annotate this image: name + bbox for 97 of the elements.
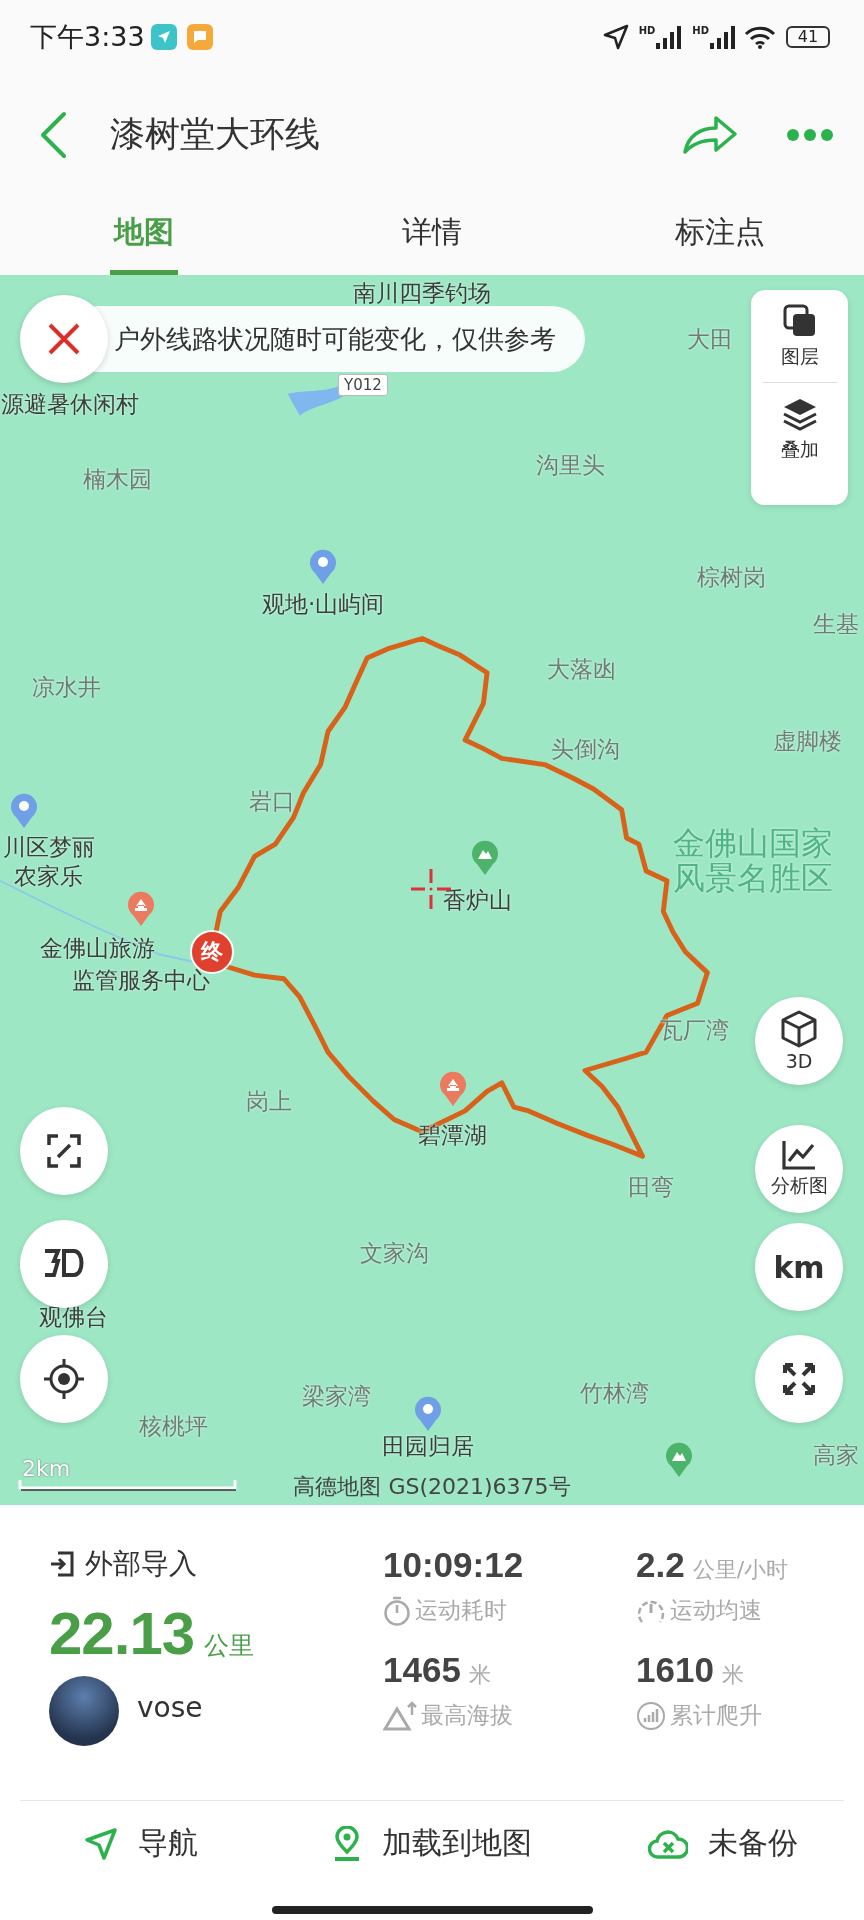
place-label: 瓦厂湾 xyxy=(659,1015,729,1045)
map-control-button[interactable] xyxy=(20,1220,108,1308)
map-pin-icon[interactable] xyxy=(414,1395,443,1432)
place-label: 虚脚楼 xyxy=(773,726,843,756)
app-notification-icon xyxy=(150,23,177,50)
area-label: 金佛山国家风景名胜区 xyxy=(672,826,833,897)
map-pin-icon[interactable] xyxy=(438,1071,467,1108)
stopwatch-icon xyxy=(383,1595,411,1626)
map-pin-outline-icon xyxy=(332,1825,362,1862)
wifi-icon xyxy=(744,24,776,49)
locate-icon xyxy=(44,1359,84,1399)
back-icon[interactable] xyxy=(38,110,68,159)
place-label: 碧潭湖 xyxy=(418,1120,488,1150)
tab[interactable]: 标注点 xyxy=(576,196,864,275)
place-label: 凉水井 xyxy=(31,673,101,702)
place-label: 观佛台 xyxy=(38,1302,108,1332)
tab[interactable]: 详情 xyxy=(288,196,576,275)
place-label: 竹林湾 xyxy=(579,1378,649,1407)
place-label: 川区梦丽农家乐 xyxy=(2,832,95,892)
metric-unit: 米 xyxy=(721,1661,744,1689)
place-label: 核桃坪 xyxy=(139,1411,209,1441)
place-label: 大落凼 xyxy=(546,654,616,684)
metric-unit: 公里/小时 xyxy=(692,1556,789,1584)
metric-unit: 米 xyxy=(468,1661,491,1689)
3d-button[interactable]: 3D xyxy=(755,997,843,1085)
stack-icon xyxy=(781,397,818,431)
mountain-arrow-icon xyxy=(383,1700,417,1731)
cube-icon xyxy=(780,1010,818,1048)
place-label: 金佛山旅游 xyxy=(40,933,156,963)
chart-icon xyxy=(781,1139,817,1171)
place-label: 观地·山屿间 xyxy=(261,589,385,619)
map-control-button[interactable] xyxy=(20,1107,108,1195)
place-label: 岗上 xyxy=(246,1086,293,1116)
place-label: 沟里头 xyxy=(535,450,605,480)
analysis-button[interactable]: 分析图 xyxy=(755,1125,843,1213)
map-pin-icon[interactable] xyxy=(10,793,39,830)
navigation-arrow-icon xyxy=(84,1826,119,1861)
signal-icon xyxy=(710,24,736,49)
map-pin-icon[interactable] xyxy=(309,548,338,585)
location-arrow-icon xyxy=(602,23,629,50)
cloud-cross-icon xyxy=(647,1827,688,1860)
distance-unit: 公里 xyxy=(204,1630,255,1662)
place-label: 棕树岗 xyxy=(697,562,767,592)
more-icon[interactable] xyxy=(786,127,834,142)
import-icon xyxy=(49,1551,75,1577)
share-icon[interactable] xyxy=(682,113,738,156)
place-label: 高家 xyxy=(813,1440,859,1470)
layer-button[interactable]: 图层 xyxy=(762,290,837,382)
message-notification-icon xyxy=(186,23,213,50)
place-label: 源避暑休闲村 xyxy=(0,389,139,418)
place-label: 香炉山 xyxy=(442,885,512,915)
climb-chart-icon xyxy=(636,1700,666,1731)
map-pin-icon[interactable] xyxy=(665,1442,694,1479)
action-button[interactable]: 导航 xyxy=(20,1801,263,1886)
place-label: 岩口 xyxy=(248,786,295,816)
map-pin-icon[interactable] xyxy=(470,839,499,876)
place-label: 梁家湾 xyxy=(302,1381,372,1411)
action-button[interactable]: 加载到地图 xyxy=(262,1801,602,1886)
source-label: 外部导入 xyxy=(85,1546,197,1582)
unit-button[interactable]: km xyxy=(755,1223,843,1311)
close-icon xyxy=(47,322,81,356)
layers-icon xyxy=(782,304,817,338)
metric-value: 10:09:12 xyxy=(383,1545,524,1585)
place-label: 头倒沟 xyxy=(550,734,620,764)
status-time: 下午3:33 xyxy=(30,19,145,54)
metric-label: 运动均速 xyxy=(670,1596,762,1625)
network-label: HD xyxy=(692,24,709,36)
route-title: 漆树堂大环线 xyxy=(110,113,321,156)
place-label: 文家沟 xyxy=(359,1238,429,1268)
place-label: 大田 xyxy=(686,324,733,354)
close-button[interactable] xyxy=(20,295,108,383)
distance-value: 22.13 xyxy=(49,1599,195,1668)
map-control-button[interactable] xyxy=(20,1335,108,1423)
scale-label: 2km xyxy=(22,1456,71,1481)
road-badge: Y012 xyxy=(338,374,388,396)
place-label: 南川四季钓场 xyxy=(353,278,492,308)
user-name: vose xyxy=(137,1690,203,1724)
network-label: HD xyxy=(638,24,656,36)
place-label: 田弯 xyxy=(628,1172,675,1202)
place-label: 生基 xyxy=(813,609,859,639)
metric-label: 最高海拔 xyxy=(421,1701,513,1730)
fullscreen-button[interactable] xyxy=(755,1335,843,1423)
metric-label: 运动耗时 xyxy=(415,1596,507,1625)
layer-button[interactable]: 叠加 xyxy=(762,382,837,475)
signal-icon xyxy=(656,24,683,49)
action-button[interactable]: 未备份 xyxy=(601,1801,844,1886)
fit-route-icon xyxy=(46,1133,82,1169)
metric-value: 2.2 xyxy=(636,1545,685,1585)
place-label: 田园归居 xyxy=(382,1431,475,1461)
place-label: 楠木园 xyxy=(83,464,152,494)
map-copyright: 高德地图 GS(2021)6375号 xyxy=(293,1473,571,1501)
metric-label: 累计爬升 xyxy=(670,1701,762,1730)
map-pin-icon[interactable] xyxy=(126,891,155,928)
expand-icon xyxy=(782,1362,816,1396)
metric-value: 1610 xyxy=(636,1650,714,1690)
battery-level: 41 xyxy=(786,25,830,48)
metric-value: 1465 xyxy=(383,1650,461,1690)
